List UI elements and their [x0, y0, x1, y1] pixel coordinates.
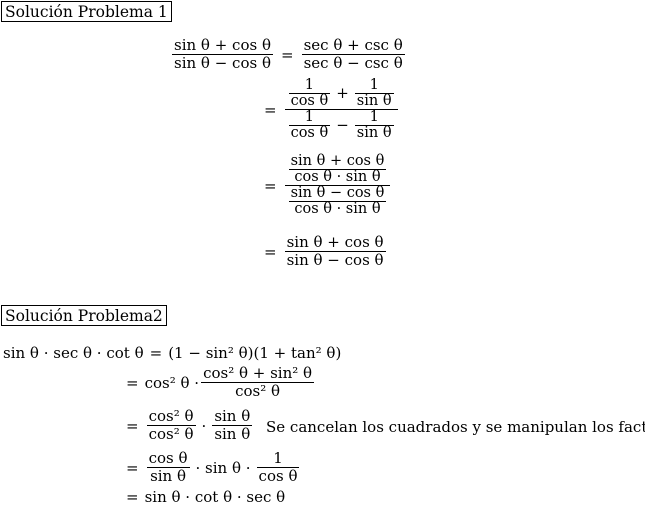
p2-equation-row-4: = cos θ sin θ · sin θ · 1 cos θ — [120, 450, 301, 485]
one-over-cos: 1 cos θ — [288, 77, 331, 109]
one-over-cos: 1 cos θ — [288, 109, 331, 141]
denominator: sin θ — [356, 125, 392, 141]
p1-lhs-fraction: sin θ + cos θ sin θ − cos θ — [172, 37, 273, 72]
denominator: cos θ · sin θ — [294, 169, 381, 185]
p2-line1: (1 − sin² θ)(1 + tan² θ) — [168, 344, 342, 362]
p1-equation-row-1: sin θ + cos θ sin θ − cos θ = sec θ + cs… — [170, 37, 407, 72]
inner-fraction-bottom: sin θ − cos θ cos θ · sin θ — [288, 185, 387, 217]
denominator: cos θ · sin θ — [294, 201, 381, 217]
p1-equation-row-2: = 1 cos θ + 1 sin θ 1 cos θ − 1 sin θ — [258, 78, 400, 141]
p1-step1-num: sec θ + csc θ — [303, 36, 403, 54]
numerator: sin θ − cos θ — [290, 185, 385, 201]
p2-line2-fraction: cos² θ + sin² θ cos² θ — [201, 364, 315, 400]
denominator: cos θ — [258, 467, 298, 485]
p1-step1-fraction: sec θ + csc θ sec θ − csc θ — [301, 36, 405, 72]
equals-sign: = — [264, 176, 277, 195]
denominator: cos θ — [290, 125, 329, 141]
p2-equation-row-1: sin θ · sec θ · cot θ = (1 − sin² θ)(1 +… — [3, 344, 341, 362]
p1-step3-num: sin θ + cos θ cos θ · sin θ — [285, 154, 391, 185]
p1-equation-row-4: = sin θ + cos θ sin θ − cos θ — [258, 234, 388, 269]
p2-line4-middle: · sin θ · — [195, 458, 251, 477]
numerator: cos θ — [148, 449, 188, 467]
equals-sign: = — [126, 416, 139, 435]
p2-line3-fraction-1: cos² θ cos² θ — [146, 407, 196, 443]
p2-equation-row-5: = sin θ · cot θ · sec θ — [120, 488, 285, 506]
plus-sign: + — [336, 84, 349, 102]
p1-equation-row-3: = sin θ + cos θ cos θ · sin θ sin θ − co… — [258, 154, 392, 217]
numerator: sin θ + cos θ — [290, 153, 385, 169]
numerator: 1 — [369, 77, 379, 93]
p2-equation-row-2: = cos² θ · cos² θ + sin² θ cos² θ — [120, 365, 316, 400]
numerator: 1 — [304, 109, 315, 125]
equals-sign: = — [264, 100, 277, 119]
equals-sign: = — [126, 458, 139, 477]
denominator: cos θ — [290, 93, 329, 109]
p2-line5: sin θ · cot θ · sec θ — [144, 488, 286, 506]
numerator: sin θ + cos θ — [286, 233, 384, 251]
p2-line2-prefix: cos² θ · — [144, 373, 200, 392]
problem2-title: Solución Problema2 — [5, 307, 163, 325]
dot-operator: · — [201, 416, 207, 435]
p1-step2-num: 1 cos θ + 1 sin θ — [285, 78, 398, 109]
p1-lhs-num: sin θ + cos θ — [174, 36, 271, 54]
p1-step1-den: sec θ − csc θ — [303, 54, 403, 72]
denominator: sin θ — [356, 93, 392, 109]
numerator: sin θ — [214, 407, 251, 425]
equals-sign: = — [264, 242, 277, 261]
equals-sign: = — [126, 488, 139, 506]
problem2-title-box: Solución Problema2 — [1, 305, 167, 326]
numerator: 1 — [304, 77, 315, 93]
p2-equation-row-3: = cos² θ cos² θ · sin θ sin θ — [120, 408, 254, 443]
inner-fraction-top: sin θ + cos θ cos θ · sin θ — [288, 153, 387, 185]
denominator: sin θ − cos θ — [286, 251, 384, 269]
p1-step2-fraction: 1 cos θ + 1 sin θ 1 cos θ − 1 sin θ — [284, 78, 398, 141]
p1-step4-fraction: sin θ + cos θ sin θ − cos θ — [284, 233, 386, 269]
p1-step3-fraction: sin θ + cos θ cos θ · sin θ sin θ − cos … — [284, 154, 391, 217]
p2-line4-fraction-1: cos θ sin θ — [146, 449, 190, 485]
denominator: sin θ — [150, 467, 187, 485]
problem1-title-box: Solución Problema 1 — [1, 1, 172, 22]
denominator: sin θ — [214, 425, 251, 443]
one-over-sin: 1 sin θ — [354, 77, 394, 109]
problem1-title: Solución Problema 1 — [5, 3, 168, 21]
minus-sign: − — [336, 116, 349, 134]
p2-line3-note: Se cancelan los cuadrados y se manipulan… — [266, 418, 645, 436]
p1-step3-den: sin θ − cos θ cos θ · sin θ — [285, 186, 391, 217]
numerator: 1 — [273, 449, 283, 467]
numerator: cos² θ — [148, 407, 194, 425]
equals-sign: = — [149, 344, 163, 362]
equals-sign: = — [281, 45, 294, 64]
p2-line3-fraction-2: sin θ sin θ — [212, 407, 253, 443]
denominator: cos² θ — [148, 425, 194, 443]
denominator: cos² θ — [235, 382, 281, 400]
p2-line4-fraction-2: 1 cos θ — [256, 449, 300, 485]
numerator: 1 — [369, 109, 379, 125]
p1-lhs-den: sin θ − cos θ — [174, 54, 271, 72]
numerator: cos² θ + sin² θ — [203, 364, 313, 382]
p2-lhs: sin θ · sec θ · cot θ — [3, 344, 144, 362]
one-over-sin: 1 sin θ — [354, 109, 394, 141]
equals-sign: = — [126, 373, 139, 392]
p1-step2-den: 1 cos θ − 1 sin θ — [285, 110, 398, 141]
